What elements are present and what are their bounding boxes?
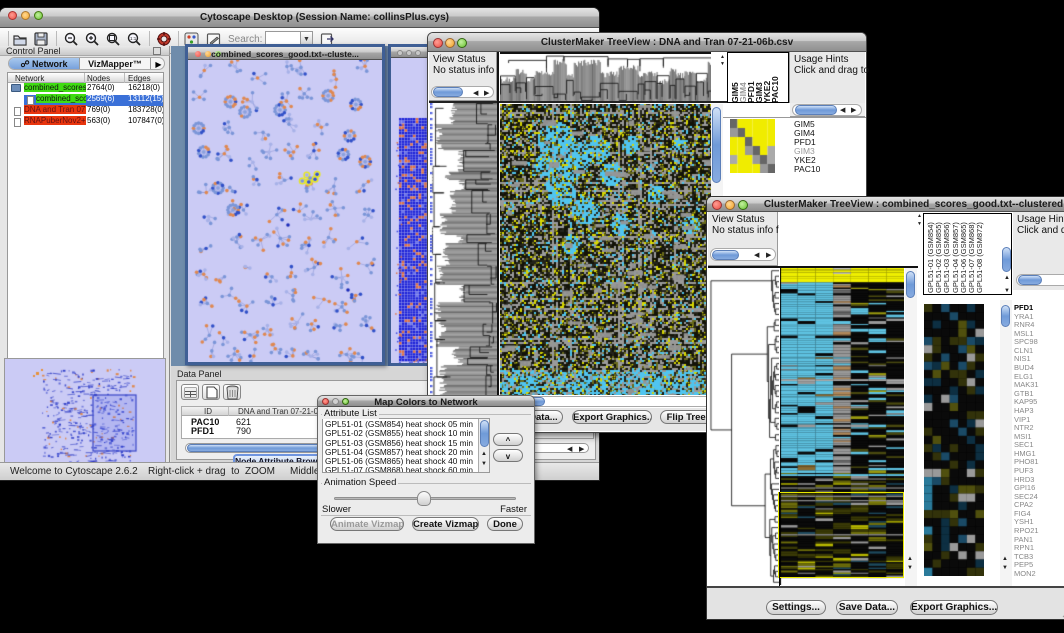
svg-text:1:1: 1:1 — [130, 36, 137, 41]
